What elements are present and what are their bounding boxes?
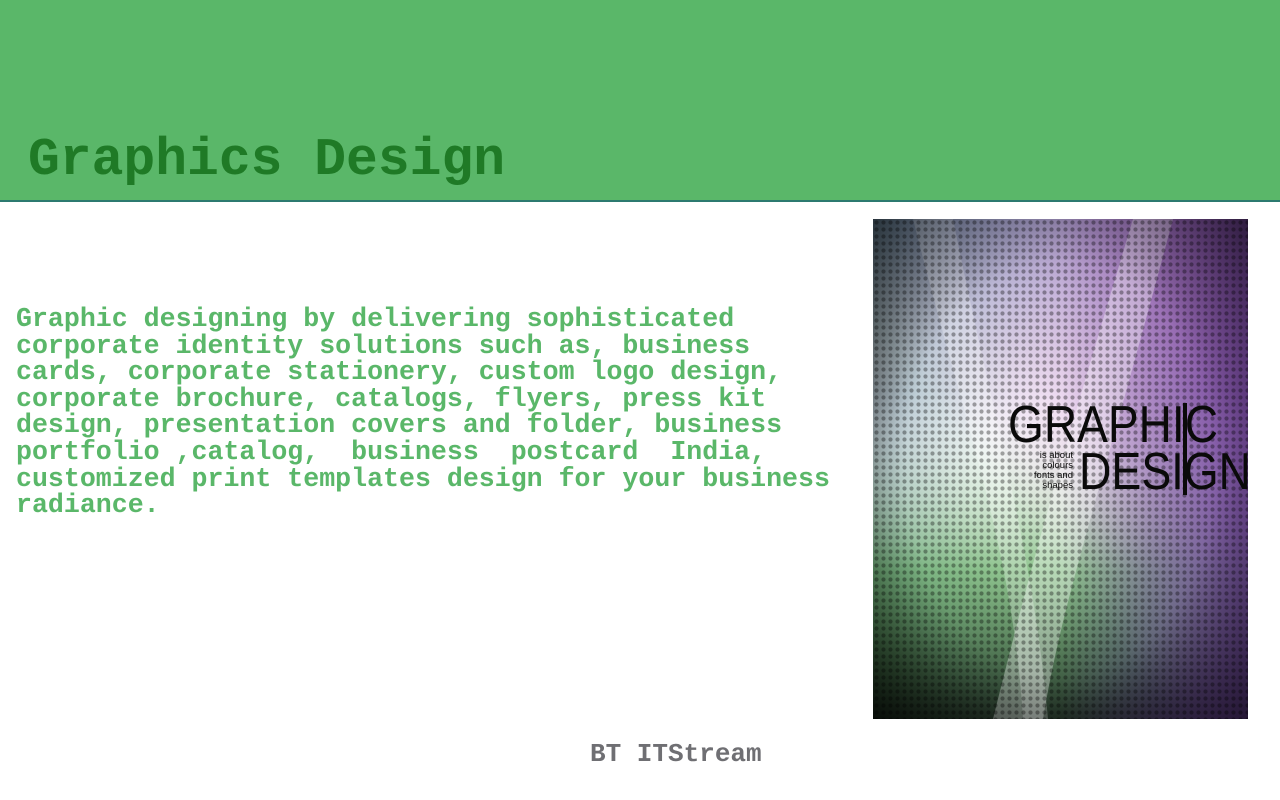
- header-banner: Graphics Design: [0, 0, 1280, 202]
- poster-divider: [1183, 403, 1187, 495]
- graphic-design-poster-image: GRAPHIC DESIGN is about colours fonts an…: [873, 219, 1248, 719]
- footer-brand: BT ITStream: [590, 739, 762, 769]
- poster-tagline-4: shapes: [1042, 480, 1073, 491]
- poster-title-line2: DESIGN: [1079, 443, 1248, 501]
- service-description: Graphic designing by delivering sophisti…: [16, 304, 830, 521]
- page-title: Graphics Design: [28, 130, 506, 190]
